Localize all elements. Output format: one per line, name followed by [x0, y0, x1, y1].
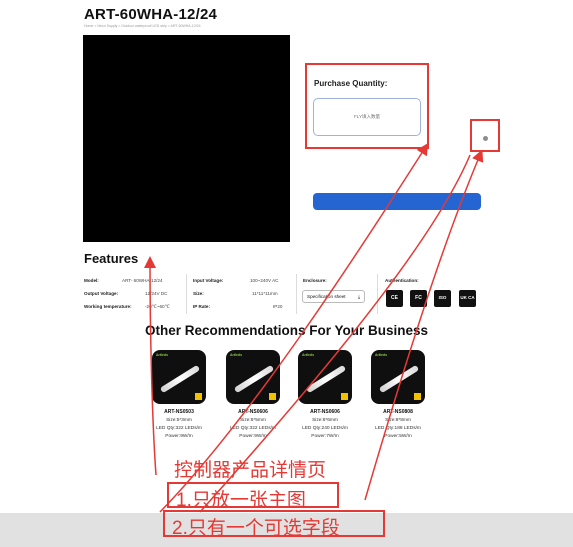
product-card-image[interactable]: Artleds [152, 350, 206, 404]
purchase-quantity-panel: Purchase Quantity: FLY填入数量 [305, 63, 429, 149]
annotation-box-2: 2.只有一个可选字段 [163, 510, 385, 539]
spec-key: Authentication: [385, 278, 419, 283]
strip-image [305, 364, 347, 394]
badge-icon [341, 393, 348, 400]
spec-value-working-temp: -20℃~60℃ [145, 304, 170, 309]
product-card[interactable]: Artleds ART-NS0606 Size:6*5mm LED Qty:32… [226, 350, 280, 439]
divider [377, 274, 378, 314]
product-card-name[interactable]: ART-NS0606 [226, 409, 280, 415]
features-title: Features [84, 251, 139, 266]
spec-value-model: ART- 60WHA-12/24 [122, 278, 163, 283]
brand-logo: Artleds [302, 353, 315, 357]
product-card-led: LED Qty:188 LEDs/m [375, 426, 421, 431]
spec-key-size: Size: [193, 291, 204, 296]
product-card[interactable]: Artleds ART-NS0606 Size:6*6mm LED Qty:24… [298, 350, 352, 439]
product-card-image[interactable]: Artleds [226, 350, 280, 404]
strip-image [233, 364, 275, 394]
product-card-power: Power:9W/m [239, 434, 267, 439]
spec-key-model: Model: [84, 278, 99, 283]
spec-key: Input Voltage: [193, 278, 224, 283]
product-card-name[interactable]: ART-NS0808 [371, 409, 425, 415]
annotation-point-2: 2.只有一个可选字段 [172, 518, 340, 539]
authentication-label: Authentication: [385, 278, 419, 283]
main-product-image [83, 35, 290, 242]
spec-value-ip-rate: IP20 [273, 304, 283, 309]
specification-sheet-button[interactable]: Specification sheet ⤓ [302, 290, 365, 303]
iso-cert-icon: ISO [434, 290, 451, 307]
product-card-power: Power:9W/m [165, 434, 193, 439]
spec-value-input-voltage: 100~240V AC [250, 278, 279, 283]
spec-key: Size: [193, 291, 204, 296]
download-icon: ⤓ [357, 294, 360, 299]
product-card-name[interactable]: ART-NS0503 [152, 409, 206, 415]
product-card-image[interactable]: Artleds [298, 350, 352, 404]
product-card-led: LED Qty:322 LEDs/m [230, 426, 276, 431]
badge-icon [414, 393, 421, 400]
spec-key: Enclosure: [303, 278, 327, 283]
brand-logo: Artleds [230, 353, 243, 357]
spec-key-ip-rate: IP Rate: [193, 304, 210, 309]
brand-logo: Artleds [375, 353, 388, 357]
annotation-point-1: 1.只放一张主图 [176, 490, 306, 511]
spec-key-input-voltage: Input Voltage: [193, 278, 223, 283]
product-card[interactable]: Artleds ART-NS0503 Size:5*3mm LED Qty:32… [152, 350, 206, 439]
fc-cert-icon: FC [410, 290, 427, 307]
product-card-size: Size:8*8mm [385, 418, 411, 423]
breadcrumb[interactable]: Home > Neon Supply > Outdoor waterproof … [84, 24, 201, 28]
divider [186, 274, 187, 314]
product-card-size: Size:6*6mm [312, 418, 338, 423]
badge-icon [269, 393, 276, 400]
product-card-led: LED Qty:240 LEDs/m [302, 426, 348, 431]
product-card-image[interactable]: Artleds [371, 350, 425, 404]
strip-image [159, 364, 201, 394]
purchase-quantity-label: Purchase Quantity: [314, 79, 388, 88]
annotation-heading: 控制器产品详情页 [174, 460, 327, 481]
ukca-cert-icon: UK CA [459, 290, 476, 307]
strip-image [378, 364, 420, 394]
product-title: ART-60WHA-12/24 [84, 6, 218, 23]
spec-key-working-temp: Working temperature: [84, 304, 132, 309]
spec-key: Model: [84, 278, 99, 283]
divider [296, 274, 297, 314]
enclosure-label: Enclosure: [303, 278, 327, 283]
spec-value-output-voltage: 12/24V DC [145, 291, 168, 296]
spec-key: Working temperature: [84, 304, 132, 309]
badge-icon [195, 393, 202, 400]
option-dot[interactable] [483, 136, 488, 141]
add-to-cart-button[interactable] [313, 193, 481, 210]
product-card-power: Power:7W/m [311, 434, 339, 439]
spec-key: IP Rate: [193, 304, 211, 309]
product-card-power: Power:5W/m [384, 434, 412, 439]
product-card-size: Size:5*3mm [166, 418, 192, 423]
recommendations-title: Other Recommendations For Your Business [144, 323, 429, 338]
specification-sheet-label: Specification sheet [307, 294, 346, 299]
quantity-input[interactable]: FLY填入数量 [313, 98, 421, 136]
product-card-name[interactable]: ART-NS0606 [298, 409, 352, 415]
product-card-led: LED Qty:322 LEDs/m [156, 426, 202, 431]
ce-cert-icon: CE [386, 290, 403, 307]
spec-key-output-voltage: Output Voltage: [84, 291, 118, 296]
spec-value-size: 11*11*11mm [252, 291, 278, 296]
brand-logo: Artleds [156, 353, 169, 357]
product-card[interactable]: Artleds ART-NS0808 Size:8*8mm LED Qty:18… [371, 350, 425, 439]
annotation-box-1: 1.只放一张主图 [167, 482, 339, 511]
product-card-size: Size:6*5mm [240, 418, 266, 423]
option-dot-highlight [470, 119, 500, 152]
spec-key: Output Voltage: [84, 291, 119, 296]
